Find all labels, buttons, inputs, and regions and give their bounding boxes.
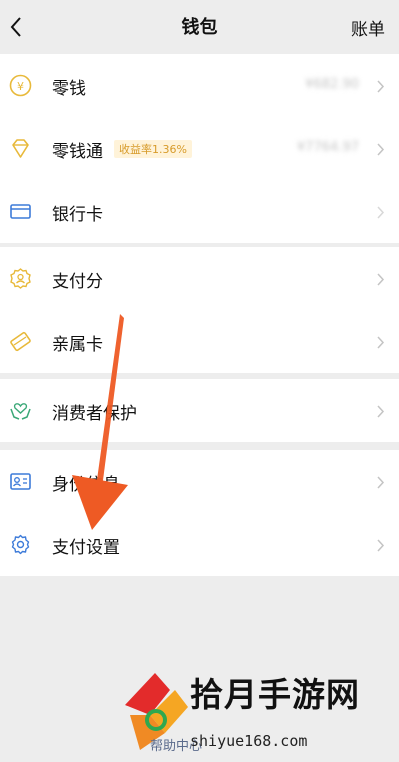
page-title: 钱包 <box>181 17 218 38</box>
watermark-url: shiyue168.com <box>190 732 308 750</box>
list-item-label: 消费者保护 <box>52 404 137 424</box>
yield-badge: 收益率1.36% <box>114 140 192 158</box>
list-item-label: 支付分 <box>52 272 103 292</box>
list-item-family-card[interactable]: 亲属卡 <box>0 310 399 373</box>
chevron-right-icon <box>377 539 385 552</box>
list-item-label: 零钱 <box>52 79 86 99</box>
chevron-right-icon <box>377 273 385 286</box>
services-group: 支付分 亲属卡 <box>0 247 399 373</box>
list-item-pay-score[interactable]: 支付分 <box>0 247 399 310</box>
nav-bar: 钱包 账单 <box>0 0 399 54</box>
list-item-label: 身份信息 <box>52 475 120 495</box>
pay-score-icon <box>10 268 31 289</box>
list-item-label: 银行卡 <box>52 205 103 225</box>
list-item-bank-card[interactable]: 银行卡 <box>0 180 399 243</box>
list-item-pay-settings[interactable]: 支付设置 <box>0 513 399 576</box>
balance-group: ¥ 零钱 ¥682.90 零钱通 收益率1.36% ¥7764.97 银行卡 <box>0 54 399 243</box>
list-item-label: 亲属卡 <box>52 335 103 355</box>
chevron-right-icon <box>377 476 385 489</box>
bank-card-icon <box>10 204 31 219</box>
balance-value: ¥682.90 <box>305 77 359 92</box>
bill-button[interactable]: 账单 <box>351 15 385 40</box>
list-item-consumer-protection[interactable]: 消费者保护 <box>0 379 399 442</box>
chevron-right-icon <box>377 143 385 156</box>
protection-group: 消费者保护 <box>0 379 399 442</box>
list-item-identity[interactable]: 身份信息 <box>0 450 399 513</box>
family-card-icon <box>10 331 31 352</box>
watermark-brand: 拾月手游网 <box>190 675 360 714</box>
chevron-right-icon <box>377 80 385 93</box>
chevron-right-icon <box>377 206 385 219</box>
settings-group: 身份信息 支付设置 <box>0 450 399 576</box>
list-item-change[interactable]: ¥ 零钱 ¥682.90 <box>0 54 399 117</box>
list-item-label: 零钱通 <box>52 142 103 162</box>
svg-text:¥: ¥ <box>17 80 24 93</box>
diamond-icon <box>12 139 29 158</box>
balance-value: ¥7764.97 <box>296 140 359 155</box>
id-card-icon <box>10 473 31 490</box>
list-item-label: 支付设置 <box>52 538 120 558</box>
yuan-coin-icon: ¥ <box>9 74 32 97</box>
chevron-right-icon <box>377 336 385 349</box>
gear-icon <box>11 534 30 555</box>
hands-heart-icon <box>10 403 31 420</box>
list-item-lingqiantong[interactable]: 零钱通 收益率1.36% ¥7764.97 <box>0 117 399 180</box>
chevron-right-icon <box>377 405 385 418</box>
